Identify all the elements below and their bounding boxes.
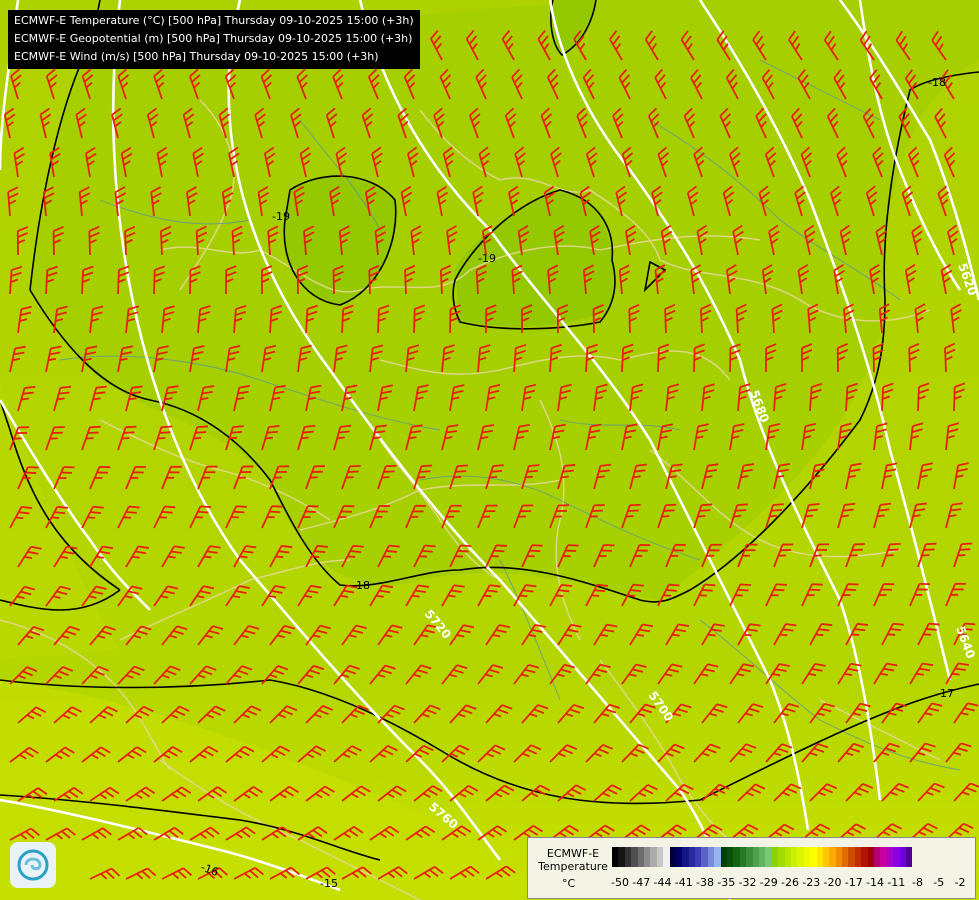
legend-tick-label: -38 xyxy=(696,876,714,889)
legend-tick-label: -44 xyxy=(653,876,672,889)
legend-tick-label: -20 xyxy=(823,876,842,889)
isotherm-label-minus19-center: -19 xyxy=(478,252,496,265)
legend-color-scale xyxy=(612,847,913,867)
map-title-block: ECMWF-E Temperature (°C) [500 hPa] Thurs… xyxy=(8,10,420,69)
legend-tick-label: -23 xyxy=(802,876,821,889)
isotherm-label-minus17: -17 xyxy=(936,687,954,700)
title-wind: ECMWF-E Wind (m/s) [500 hPa] Thursday 09… xyxy=(14,50,379,63)
ecmwf-logo-icon xyxy=(10,842,56,888)
weather-map: -19 -19 -18 -18 -17 -16 -15 5620 5640 56… xyxy=(0,0,979,900)
legend-tick-label: -32 xyxy=(738,876,757,889)
legend-tick-label: -26 xyxy=(781,876,799,889)
legend-tick-label: -41 xyxy=(674,876,693,889)
legend-tick-labels: -50 -47 -44 -41 -38 -35 -32 -29 -26 -23 -20 -17 -14-… xyxy=(611,876,967,890)
legend-tick-label: -17 xyxy=(844,876,863,889)
title-temperature: ECMWF-E Temperature (°C) [500 hPa] Thurs… xyxy=(14,14,414,27)
isotherm-label-minus19-west: -19 xyxy=(272,210,290,223)
legend-tick-label: -29 xyxy=(759,876,778,889)
legend-tick-label: -2 xyxy=(954,876,966,889)
legend-tick-label: -14 xyxy=(866,876,884,889)
legend-tick-label: -50 xyxy=(611,876,629,889)
title-geopotential: ECMWF-E Geopotential (m) [500 hPa] Thurs… xyxy=(14,32,413,45)
isotherm-label-minus15: -15 xyxy=(320,877,338,890)
legend-tick-label: -11 xyxy=(887,876,906,889)
temperature-legend: ECMWF-E Temperature °C -50 -47 -44 -41 -38 -3… xyxy=(527,837,976,899)
legend-tick-label: -5 xyxy=(933,876,945,889)
legend-tick-label: -47 xyxy=(632,876,651,889)
legend-unit: °C xyxy=(562,877,576,890)
isotherm-label-minus18-northeast: -18 xyxy=(928,76,946,89)
legend-title: ECMWF-E Temperature xyxy=(538,847,608,873)
isotherm-label-minus18-south: -18 xyxy=(352,579,370,592)
legend-tick-label: -35 xyxy=(717,876,736,889)
legend-swatch xyxy=(905,847,913,867)
legend-tick-label: -8 xyxy=(912,876,923,889)
